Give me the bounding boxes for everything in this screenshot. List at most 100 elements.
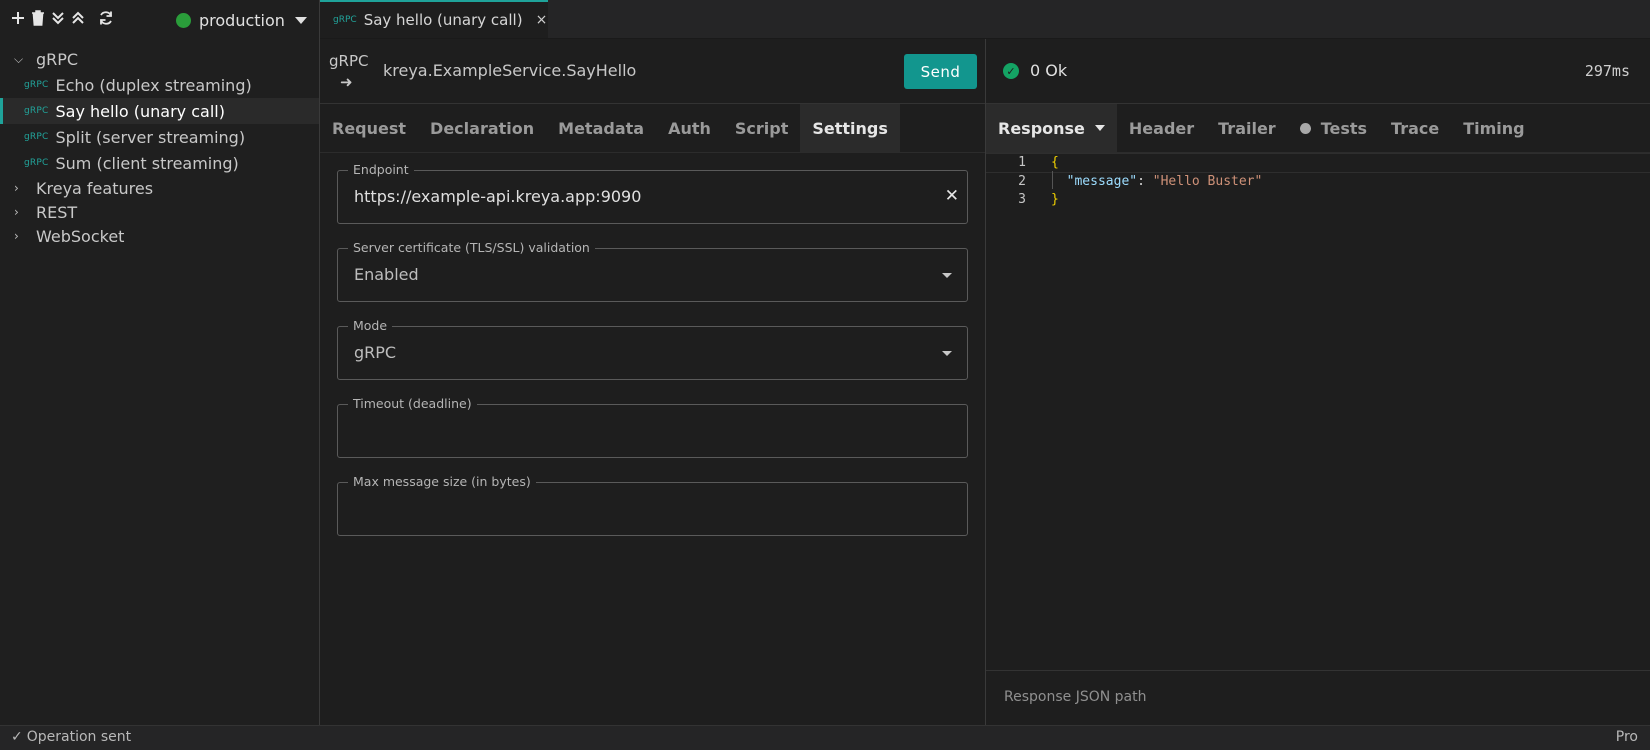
- plan-badge[interactable]: Pro: [1616, 729, 1638, 745]
- response-code-editor[interactable]: 1 { 2 "message": "Hello Buster" 3 }: [986, 153, 1650, 209]
- tree-label: Kreya features: [36, 178, 154, 198]
- tab-request[interactable]: Request: [320, 104, 418, 152]
- tab-response[interactable]: Response: [986, 104, 1117, 152]
- tests-status-dot-icon: [1299, 122, 1311, 134]
- max-message-size-label: Max message size (in bytes): [348, 474, 536, 489]
- tab-metadata[interactable]: Metadata: [546, 104, 656, 152]
- tab-label: Say hello (unary call): [363, 11, 523, 29]
- max-message-size-input[interactable]: [354, 497, 938, 518]
- timeout-input[interactable]: [354, 419, 938, 440]
- code-line: 1 {: [986, 153, 1650, 173]
- tab-trailer[interactable]: Trailer: [1206, 104, 1288, 152]
- endpoint-value[interactable]: https://example-api.kreya.app:9090: [354, 187, 641, 206]
- request-tabs: Request Declaration Metadata Auth Script…: [320, 104, 985, 153]
- tab-timing[interactable]: Timing: [1451, 104, 1536, 152]
- response-json-path-bar: [986, 670, 1650, 726]
- tab-say-hello[interactable]: gRPC Say hello (unary call) ×: [320, 0, 548, 38]
- tree-label: gRPC: [36, 49, 79, 69]
- timeout-field[interactable]: Timeout (deadline): [337, 396, 968, 458]
- grpc-tag-icon: gRPC: [24, 132, 49, 142]
- tree-item-sum[interactable]: gRPC Sum (client streaming): [0, 150, 319, 176]
- dropdown-arrow-icon: [942, 351, 952, 356]
- tab-declaration[interactable]: Declaration: [418, 104, 546, 152]
- clear-icon[interactable]: ✕: [945, 186, 959, 206]
- indent-guide: [1052, 171, 1053, 189]
- timeout-label: Timeout (deadline): [348, 396, 477, 411]
- close-icon[interactable]: ×: [536, 12, 548, 28]
- tab-tests[interactable]: Tests: [1288, 104, 1379, 152]
- tls-validation-label: Server certificate (TLS/SSL) validation: [348, 240, 595, 255]
- mode-label: Mode: [348, 318, 393, 333]
- request-header: gRPC ➜ kreya.ExampleService.SayHello Sen…: [320, 39, 985, 104]
- tls-validation-select[interactable]: Server certificate (TLS/SSL) validation …: [337, 240, 968, 302]
- tls-validation-value: Enabled: [354, 265, 419, 284]
- tree-folder-kreya-features[interactable]: › Kreya features: [0, 176, 319, 200]
- environment-label: production: [199, 10, 285, 30]
- status-message: ✓ Operation sent: [11, 729, 131, 745]
- arrow-right-icon: ➜: [340, 73, 353, 91]
- code-close-brace: }: [1051, 192, 1059, 207]
- method-name: kreya.ExampleService.SayHello: [383, 61, 637, 80]
- tree-item-echo[interactable]: gRPC Echo (duplex streaming): [0, 72, 319, 98]
- tab-label: Response: [998, 118, 1085, 138]
- sidebar: production ⌵ gRPC gRPC Echo (duplex stre…: [0, 0, 320, 725]
- status-bar: ✓ Operation sent Pro: [0, 725, 1650, 750]
- sidebar-toolbar: production: [0, 0, 319, 38]
- tree-label: WebSocket: [36, 226, 125, 246]
- tab-settings[interactable]: Settings: [800, 104, 900, 152]
- send-button[interactable]: Send: [904, 54, 977, 89]
- refresh-icon[interactable]: [97, 8, 115, 28]
- check-icon: ✓: [11, 729, 23, 745]
- endpoint-label: Endpoint: [348, 162, 414, 177]
- response-header: ✓ 0 Ok 297ms: [986, 39, 1650, 104]
- chevron-right-icon: ›: [14, 205, 19, 219]
- json-string: "Hello Buster": [1152, 174, 1263, 189]
- tree-folder-websocket[interactable]: › WebSocket: [0, 224, 319, 248]
- max-message-size-field[interactable]: Max message size (in bytes): [337, 474, 968, 536]
- tree-label: Echo (duplex streaming): [55, 75, 252, 95]
- code-text: "message": "Hello Buster": [1051, 173, 1263, 191]
- delete-icon[interactable]: [29, 8, 47, 28]
- mode-select[interactable]: Mode gRPC: [337, 318, 968, 380]
- tab-trace[interactable]: Trace: [1379, 104, 1451, 152]
- dropdown-arrow-icon: [942, 273, 952, 278]
- expand-all-icon[interactable]: [49, 8, 67, 28]
- tab-header[interactable]: Header: [1117, 104, 1206, 152]
- environment-selector[interactable]: production: [176, 9, 307, 31]
- chevron-down-icon: ⌵: [14, 51, 24, 66]
- json-colon: :: [1137, 174, 1153, 189]
- line-number: 1: [1018, 155, 1026, 170]
- document-tab-bar: gRPC Say hello (unary call) ×: [320, 0, 1650, 39]
- line-number: 3: [1018, 192, 1026, 207]
- tree-folder-grpc[interactable]: ⌵ gRPC: [0, 46, 319, 72]
- check-circle-icon: ✓: [1003, 63, 1019, 79]
- mode-value: gRPC: [354, 343, 397, 362]
- add-icon[interactable]: [9, 8, 27, 28]
- request-pane: gRPC ➜ kreya.ExampleService.SayHello Sen…: [320, 39, 986, 725]
- environment-status-dot: [176, 12, 191, 28]
- response-tabs: Response Header Trailer Tests Trace Timi…: [986, 104, 1650, 153]
- grpc-tag-icon: gRPC: [333, 15, 357, 25]
- code-line: 2 "message": "Hello Buster": [986, 173, 1650, 191]
- line-number: 2: [1018, 174, 1026, 189]
- tab-script[interactable]: Script: [723, 104, 800, 152]
- caret-down-icon: [1094, 125, 1105, 131]
- chevron-right-icon: ›: [14, 181, 19, 195]
- tab-label: Tests: [1320, 118, 1368, 138]
- tab-auth[interactable]: Auth: [656, 104, 723, 152]
- response-duration: 297ms: [1584, 62, 1630, 80]
- collection-tree: ⌵ gRPC gRPC Echo (duplex streaming) gRPC…: [0, 46, 319, 248]
- grpc-tag-icon: gRPC: [24, 158, 49, 168]
- json-path-input[interactable]: [1002, 688, 1606, 706]
- collapse-all-icon[interactable]: [69, 8, 87, 28]
- tree-item-split[interactable]: gRPC Split (server streaming): [0, 124, 319, 150]
- operation-kind: gRPC: [329, 52, 369, 70]
- tree-item-say-hello[interactable]: gRPC Say hello (unary call): [0, 98, 319, 124]
- tree-label: Sum (client streaming): [55, 153, 239, 173]
- tree-label: REST: [36, 202, 78, 222]
- tree-folder-rest[interactable]: › REST: [0, 200, 319, 224]
- grpc-tag-icon: gRPC: [24, 106, 49, 116]
- endpoint-field[interactable]: Endpoint https://example-api.kreya.app:9…: [337, 162, 968, 224]
- code-line: 3 }: [986, 191, 1650, 209]
- json-key: "message": [1066, 174, 1138, 189]
